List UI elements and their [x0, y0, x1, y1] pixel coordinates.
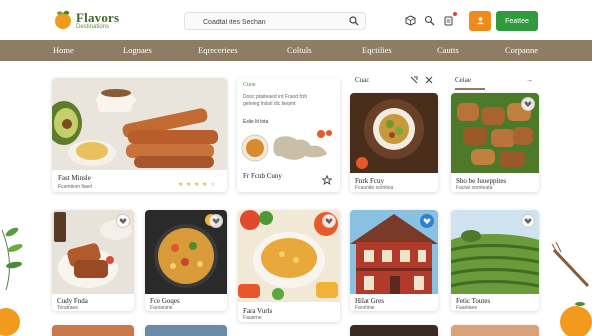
orange-logo-icon[interactable]	[52, 9, 74, 31]
heart-icon	[524, 218, 532, 224]
dish-image	[350, 93, 438, 173]
card-title[interactable]: Hilat Gres	[355, 297, 384, 305]
partial-card[interactable]	[52, 325, 134, 336]
card-description-line-1: Dooc ptaiteaed ird Fraod fcih	[243, 94, 308, 100]
card-title[interactable]: Fr Fcnb Cuny	[243, 172, 282, 180]
nav-item-2[interactable]: Lognaes	[123, 45, 152, 55]
partial-card[interactable]	[451, 325, 539, 336]
card-description-line-2: geteieg lndoil dic tieqrnt	[243, 101, 296, 107]
card-subtitle: Fcaunite sorntioa	[355, 185, 394, 191]
star-icon: ★	[194, 182, 200, 188]
column-title: Cuac	[355, 76, 370, 84]
star-outline-icon[interactable]	[322, 175, 332, 185]
nav-item-4[interactable]: Coltuls	[287, 45, 312, 55]
nav-item-3[interactable]: Eqreceriees	[198, 45, 238, 55]
star-icon: ★	[202, 182, 208, 188]
heart-icon	[212, 218, 220, 224]
main-nav: Home Lognaes Eqreceriees Coltuls Eqctili…	[0, 40, 592, 61]
favorite-button[interactable]	[322, 214, 336, 228]
house-destination-card[interactable]: Hilat Gres Fanrtinie	[350, 210, 438, 311]
search-bar[interactable]	[184, 12, 366, 30]
map-info-card[interactable]: Cuoe Dooc ptaiteaed ird Fraod fcih getei…	[237, 78, 340, 192]
star-icon: ★	[178, 182, 184, 188]
favorite-button[interactable]	[521, 214, 535, 228]
cart-icon[interactable]	[443, 15, 454, 26]
user-button[interactable]	[469, 11, 491, 31]
dish-recipe-card[interactable]: Fnrk Fcuy Fcaunite sorntioa	[350, 93, 438, 192]
card-subtitle: Fauerne	[243, 315, 262, 321]
close-icon[interactable]	[425, 76, 433, 84]
nav-item-home[interactable]: Home	[53, 45, 74, 55]
favorite-button[interactable]	[521, 97, 535, 111]
nav-item-6[interactable]: Cautts	[437, 45, 459, 55]
card-title[interactable]: Fetic Toutes	[456, 297, 490, 305]
card-title[interactable]: Cudy Fnda	[57, 297, 88, 305]
card-title[interactable]: Fast Minsle	[58, 174, 91, 182]
search-input[interactable]	[203, 16, 343, 28]
next-arrow-icon[interactable]: →	[526, 76, 533, 84]
card-title[interactable]: Fara Vurls	[243, 307, 272, 315]
search-icon[interactable]	[424, 15, 435, 26]
card-subtitle: Faroanine	[150, 305, 173, 311]
partial-card[interactable]	[350, 325, 438, 336]
card-label: Eslie lit lota	[243, 119, 269, 125]
vineyard-destination-card[interactable]: Fetic Toutes Faartiaee	[451, 210, 539, 311]
search-icon[interactable]	[349, 16, 359, 26]
card-subtitle: Faartiaee	[456, 305, 478, 311]
column-underline	[455, 88, 485, 90]
partial-card[interactable]	[145, 325, 227, 336]
decorative-leaves-left	[0, 227, 23, 336]
nav-item-5[interactable]: Eqctilies	[362, 45, 392, 55]
favorite-button[interactable]	[116, 214, 130, 228]
card-title[interactable]: Fce Goqes	[150, 297, 180, 305]
favorite-button[interactable]	[209, 214, 223, 228]
card-heading: Cuoe	[243, 82, 256, 88]
star-icon: ★	[186, 182, 192, 188]
feature-button[interactable]: Feattee	[496, 11, 538, 31]
nav-item-7[interactable]: Corpanne	[505, 45, 538, 55]
card-subtitle: Faciwi sornteata	[456, 185, 493, 191]
heart-icon	[119, 218, 127, 224]
heart-icon	[423, 218, 431, 224]
notification-badge	[453, 12, 457, 16]
featured-recipe-image	[52, 78, 227, 170]
card-subtitle: Toratraee	[57, 305, 79, 311]
favorite-button[interactable]	[420, 214, 434, 228]
featured-recipe-card[interactable]: Fast Minsle Fcamtiom fiaeri ★ ★ ★ ★ ★	[52, 78, 227, 192]
soup-recipe-card[interactable]: Fara Vurls Fauerne	[238, 210, 340, 322]
decorative-fork-orange-right	[551, 241, 592, 336]
card-title[interactable]: Fnrk Fcuy	[355, 177, 384, 185]
box-icon[interactable]	[405, 15, 416, 26]
toast-recipe-card[interactable]: Cudy Fnda Toratraee	[52, 210, 134, 311]
rolls-recipe-card[interactable]: Sho be Iuoeppites Faciwi sornteata	[451, 93, 539, 192]
column-title: Ceiae	[455, 76, 471, 84]
brand-tagline: Destinations	[76, 24, 110, 30]
card-title[interactable]: Sho be Iuoeppites	[456, 177, 506, 185]
heart-icon	[325, 218, 333, 224]
paella-recipe-card[interactable]: Fce Goqes Faroanine	[145, 210, 227, 311]
card-subtitle: Fanrtinie	[355, 305, 375, 311]
pin-icon[interactable]	[410, 76, 418, 84]
card-subtitle: Fcamtiom fiaeri	[58, 184, 93, 190]
user-icon	[476, 16, 484, 24]
site-header: Flavors Destinations Feattee	[0, 0, 592, 40]
heart-icon	[524, 101, 532, 107]
star-icon: ★	[210, 182, 216, 188]
map-with-dish-image	[241, 130, 332, 162]
